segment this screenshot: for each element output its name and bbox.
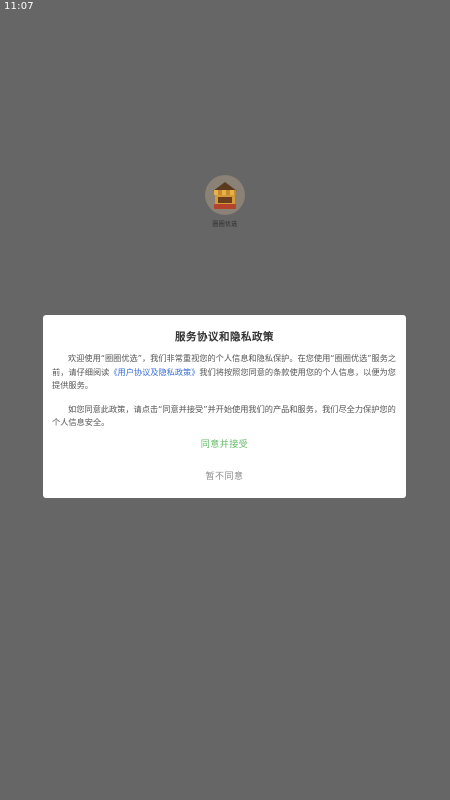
shop-logo-icon: [205, 175, 245, 215]
dialog-paragraph-1: 欢迎使用“圈圈优选”，我们非常重视您的个人信息和隐私保护。在您使用“圈圈优选”服…: [52, 352, 398, 393]
privacy-dialog: 服务协议和隐私政策 欢迎使用“圈圈优选”，我们非常重视您的个人信息和隐私保护。在…: [43, 315, 406, 498]
dialog-title: 服务协议和隐私政策: [175, 331, 274, 343]
dialog-body: 欢迎使用“圈圈优选”，我们非常重视您的个人信息和隐私保护。在您使用“圈圈优选”服…: [52, 352, 398, 430]
policy-link[interactable]: 《用户协议及隐私政策》: [109, 367, 199, 377]
dialog-paragraph-2: 如您同意此政策，请点击“同意并接受”并开始使用我们的产品和服务，我们尽全力保护您…: [52, 403, 396, 428]
app-name: 圈圈优选: [212, 221, 238, 228]
reject-button[interactable]: 暂不同意: [43, 468, 406, 486]
accept-button[interactable]: 同意并接受: [43, 436, 406, 454]
